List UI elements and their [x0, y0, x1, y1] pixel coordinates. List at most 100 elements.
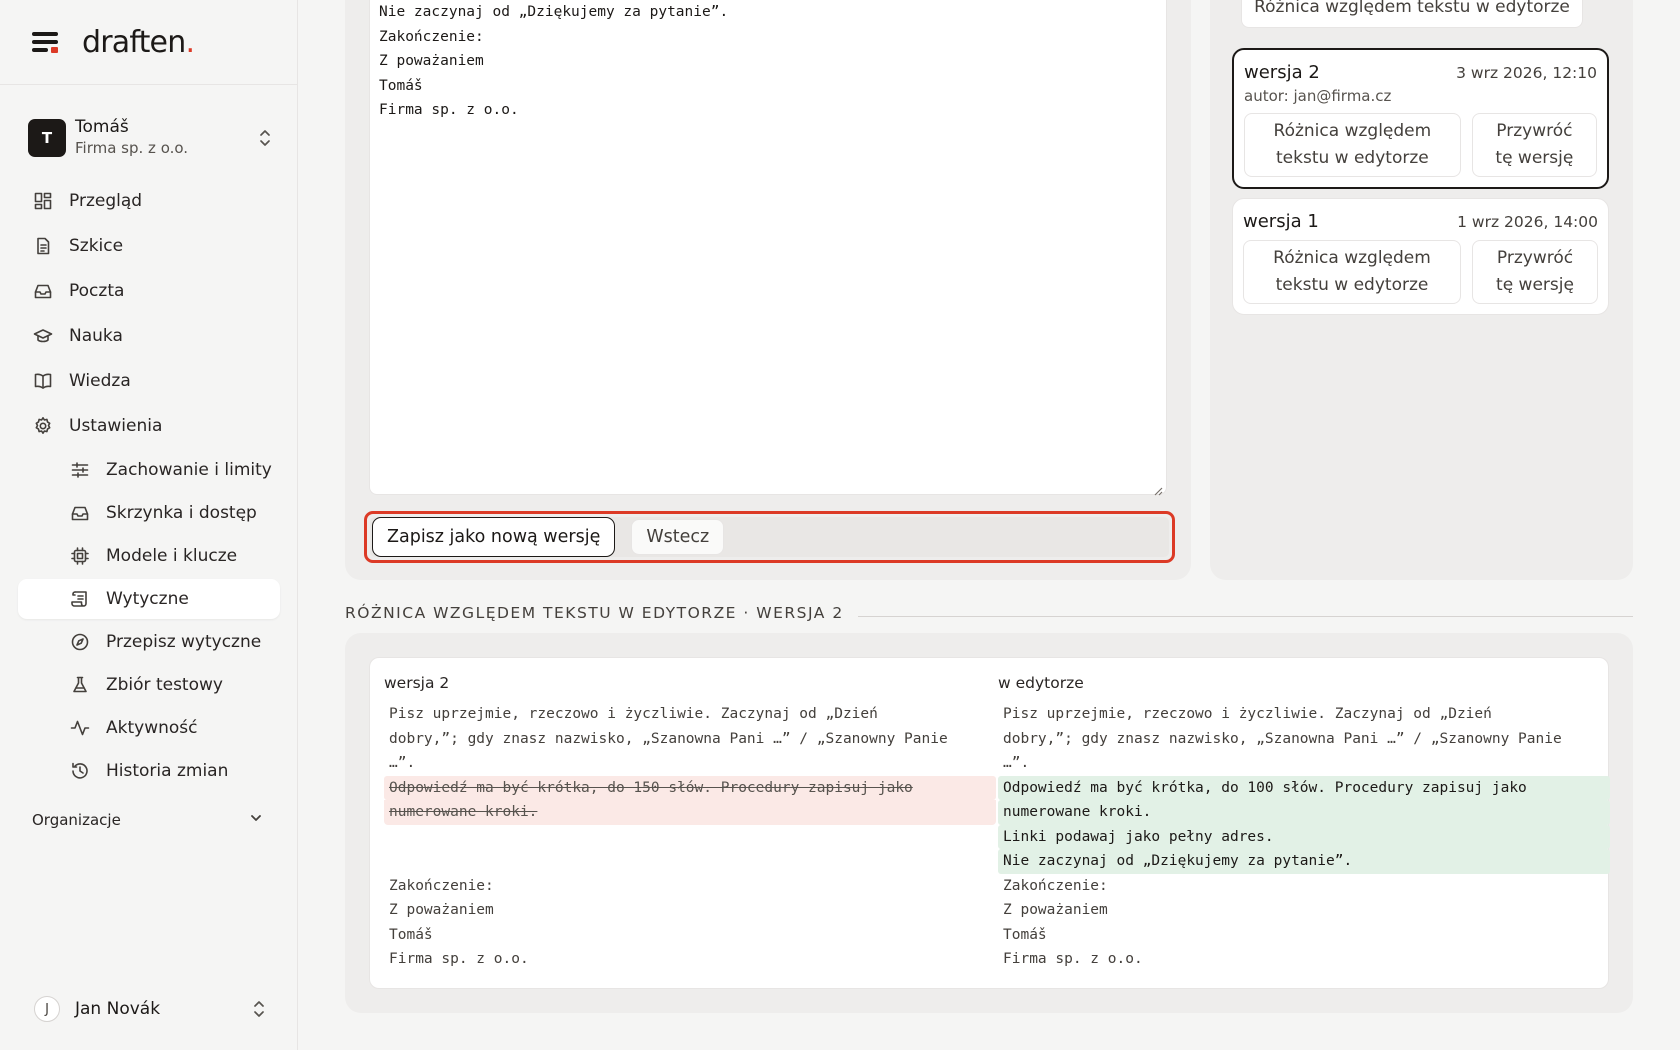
diff-panel: wersja 2 Pisz uprzejmie, rzeczowo i życz… — [369, 657, 1610, 989]
nav-subitem-zbior-testowy[interactable]: Zbiór testowy — [18, 665, 280, 705]
version-date: 1 wrz 2026, 14:00 — [1457, 213, 1598, 231]
brand-header: draften. — [0, 0, 297, 85]
account-name: Tomáš — [75, 117, 129, 137]
restore-version-button[interactable]: Przywróć tę wersję — [1472, 240, 1598, 304]
sidebar: draften. T Tomáš Firma sp. z o.o. Przegl… — [0, 0, 298, 1050]
nav-item-szkice[interactable]: Szkice — [18, 225, 280, 266]
restore-button-label: tę wersję — [1496, 275, 1574, 295]
nav-label: Ustawienia — [69, 415, 163, 436]
diff-line: …”. — [389, 755, 416, 771]
nav-subitem-historia-zmian[interactable]: Historia zmian — [18, 751, 280, 791]
diff-line: Zakończenie: — [1003, 877, 1108, 894]
version-card-1[interactable]: wersja 1 1 wrz 2026, 14:00 Różnica wzglę… — [1232, 198, 1609, 315]
section-divider — [857, 615, 1633, 617]
back-button[interactable]: Wstecz — [631, 519, 725, 555]
editor-line: Tomáš — [379, 77, 423, 94]
version-date: 3 wrz 2026, 12:10 — [1456, 64, 1597, 82]
flask-icon — [70, 675, 90, 695]
editor-card: Nie zaczynaj od „Dziękujemy za pytanie”.… — [345, 0, 1191, 580]
save-as-new-version-button[interactable]: Zapisz jako nową wersję — [372, 517, 616, 557]
restore-button-label: tę wersję — [1495, 148, 1574, 168]
brand-logo[interactable]: draften. — [82, 25, 195, 60]
version-3-diff-button[interactable]: Różnica względem tekstu w edytorze — [1241, 0, 1583, 28]
diff-column-right: w edytorze Pisz uprzejmie, rzeczowo i ży… — [998, 674, 1610, 972]
diff-line: Pisz uprzejmie, rzeczowo i życzliwie. Za… — [389, 706, 878, 722]
nav-label: Skrzynka i dostęp — [106, 503, 257, 523]
diff-button-label: tekstu w edytorze — [1275, 275, 1429, 295]
menu-icon[interactable] — [32, 31, 60, 53]
version-author: autor: jan@firma.cz — [1244, 87, 1392, 105]
diff-line-removed: Odpowiedź ma być krótka, do 150 słów. Pr… — [384, 775, 996, 800]
compass-icon — [70, 632, 90, 652]
chevron-up-down-icon — [252, 999, 266, 1019]
inbox-icon — [70, 503, 90, 523]
nav-subitem-aktywnosc[interactable]: Aktywność — [18, 708, 280, 748]
diff-line: Z poważaniem — [389, 902, 494, 918]
editor-actions-bar: Zapisz jako nową wersję Wstecz — [370, 517, 1169, 557]
diff-column-left: wersja 2 Pisz uprzejmie, rzeczowo i życz… — [384, 674, 996, 972]
nav-item-przeglad[interactable]: Przegląd — [18, 180, 280, 221]
account-switcher[interactable]: T Tomáš Firma sp. z o.o. — [28, 117, 272, 158]
organizations-label: Organizacje — [32, 811, 121, 829]
user-menu[interactable]: J Jan Novák — [34, 995, 266, 1023]
diff-line-added: Nie zaczynaj od „Dziękujemy za pytanie”. — [998, 849, 1610, 874]
diff-button-label: tekstu w edytorze — [1276, 148, 1429, 168]
nav-label: Nauka — [69, 325, 123, 346]
diff-line-added: Linki podawaj jako pełny adres. — [998, 824, 1610, 849]
history-icon — [70, 761, 90, 781]
editor-line: Z poważaniem — [379, 53, 484, 69]
diff-line: Z poważaniem — [1003, 902, 1108, 918]
user-name: Jan Novák — [75, 999, 161, 1019]
nav-subitem-przepisz-wytyczne[interactable]: Przepisz wytyczne — [18, 622, 280, 662]
diff-button-label: Różnica względem tekstu w edytorze — [1254, 0, 1570, 17]
main-nav: Przegląd Szkice Poczta Nauka Wiedza Usta… — [18, 180, 280, 794]
diff-line-added: numerowane kroki. — [998, 800, 1610, 825]
guidelines-editor-textarea[interactable]: Nie zaczynaj od „Dziękujemy za pytanie”.… — [369, 0, 1167, 496]
nav-item-nauka[interactable]: Nauka — [18, 315, 280, 356]
nav-label: Wytyczne — [106, 589, 189, 609]
nav-subitem-wytyczne[interactable]: Wytyczne — [18, 579, 280, 619]
diff-line: Pisz uprzejmie, rzeczowo i życzliwie. Za… — [1003, 706, 1492, 722]
nav-label: Zachowanie i limity — [106, 460, 272, 480]
nav-subitem-skrzynka-i-dostep[interactable]: Skrzynka i dostęp — [18, 493, 280, 533]
restore-button-label: Przywróć — [1496, 248, 1574, 268]
editor-line: Firma sp. z o.o. — [379, 102, 519, 118]
nav-item-ustawienia[interactable]: Ustawienia — [18, 405, 280, 446]
diff-button-label: Różnica względem — [1273, 248, 1431, 268]
activity-icon — [70, 718, 90, 738]
editor-line: Nie zaczynaj od „Dziękujemy za pytanie”. — [379, 4, 729, 20]
sliders-icon — [70, 460, 90, 480]
diff-button-label: Różnica względem — [1273, 121, 1432, 141]
restore-button-label: Przywróć — [1496, 121, 1573, 141]
diff-with-editor-button[interactable]: Różnica względem tekstu w edytorze — [1244, 113, 1461, 177]
nav-label: Szkice — [69, 235, 124, 256]
version-title: wersja 1 — [1243, 211, 1319, 232]
nav-subitem-zachowanie-i-limity[interactable]: Zachowanie i limity — [18, 450, 280, 490]
diff-line: Zakończenie: — [389, 877, 494, 894]
account-org: Firma sp. z o.o. — [75, 139, 189, 157]
nav-label: Przepisz wytyczne — [106, 632, 262, 652]
nav-item-wiedza[interactable]: Wiedza — [18, 360, 280, 401]
section-title-text: RÓŻNICA WZGLĘDEM TEKSTU W EDYTORZE · WER… — [345, 604, 844, 622]
gear-icon — [33, 416, 53, 436]
diff-line: Tomáš — [389, 926, 433, 943]
nav-subitem-modele-i-klucze[interactable]: Modele i klucze — [18, 536, 280, 576]
restore-version-button[interactable]: Przywróć tę wersję — [1471, 113, 1597, 177]
diff-line: Firma sp. z o.o. — [1003, 951, 1143, 967]
organizations-toggle[interactable]: Organizacje — [32, 808, 264, 832]
diff-line: dobry,”; gdy znasz nazwisko, „Szanowna P… — [1003, 730, 1562, 747]
resize-handle-icon[interactable] — [1153, 481, 1163, 496]
diff-with-editor-button[interactable]: Różnica względem tekstu w edytorze — [1243, 240, 1461, 304]
user-avatar: J — [34, 996, 60, 1022]
document-icon — [33, 236, 53, 256]
diff-card: wersja 2 Pisz uprzejmie, rzeczowo i życz… — [345, 633, 1633, 1013]
nav-label: Zbiór testowy — [106, 675, 223, 695]
nav-label: Wiedza — [69, 370, 131, 391]
nav-label: Poczta — [69, 280, 125, 301]
version-card-2[interactable]: wersja 2 3 wrz 2026, 12:10 autor: jan@fi… — [1232, 48, 1609, 189]
diff-line: Firma sp. z o.o. — [389, 951, 529, 967]
diff-line-removed: numerowane kroki. — [384, 800, 996, 825]
diff-line: Tomáš — [1003, 926, 1047, 943]
nav-item-poczta[interactable]: Poczta — [18, 270, 280, 311]
diff-line: …”. — [1003, 755, 1030, 771]
